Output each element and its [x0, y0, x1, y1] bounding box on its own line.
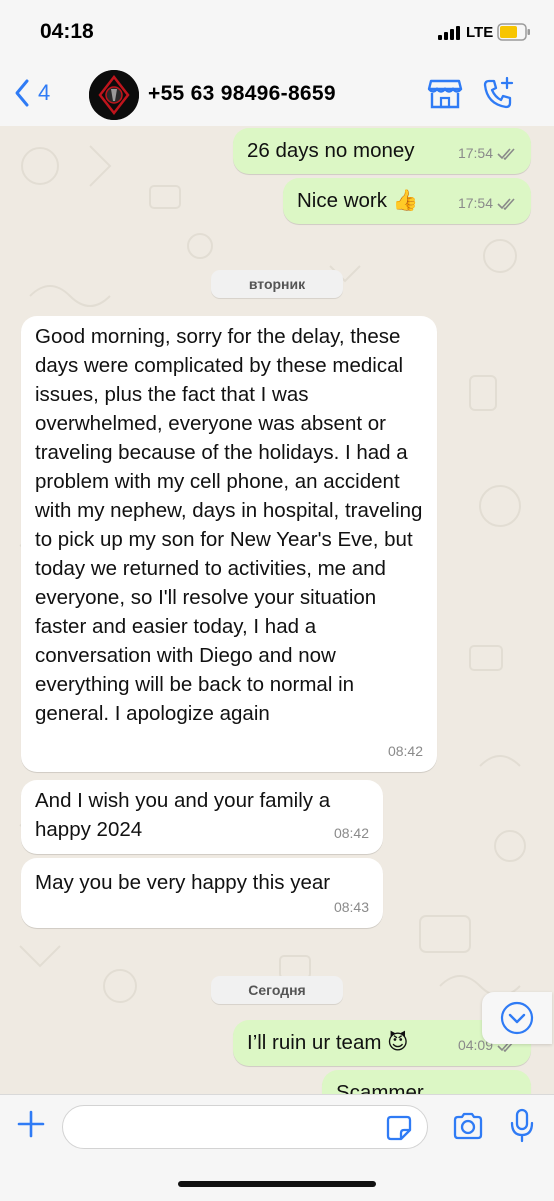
message-incoming[interactable]: May you be very happy this year 08:43: [21, 858, 383, 928]
message-meta: 08:42: [334, 819, 369, 848]
storefront-icon[interactable]: [427, 76, 463, 110]
battery-icon: [497, 23, 530, 41]
avatar[interactable]: [89, 70, 139, 120]
microphone-icon[interactable]: [510, 1108, 534, 1144]
message-time: 08:42: [387, 743, 423, 759]
message-outgoing[interactable]: Nice work 👍 17:54: [283, 178, 531, 224]
message-outgoing[interactable]: Scammer: [322, 1070, 531, 1094]
double-check-icon: [497, 147, 515, 160]
signal-icon: [438, 26, 460, 40]
message-meta: 08:43: [334, 893, 369, 922]
message-time: 17:54: [457, 195, 493, 211]
message-outgoing[interactable]: 26 days no money 17:54: [233, 128, 531, 174]
chevron-down-circle-icon: [500, 1001, 534, 1035]
network-label: LTE: [466, 24, 494, 41]
message-input[interactable]: [62, 1105, 428, 1149]
message-text: I’ll ruin ur team 😈: [247, 1031, 409, 1054]
message-meta: 08:42: [388, 737, 423, 766]
chat-area[interactable]: 26 days no money 17:54 Nice work 👍 17:54…: [0, 126, 554, 1094]
back-button[interactable]: 4: [14, 78, 50, 108]
status-bar: 04:18 LTE: [0, 0, 554, 64]
message-time: 17:54: [457, 145, 493, 161]
message-text: 26 days no money: [247, 139, 415, 162]
message-meta: 17:54: [458, 189, 517, 218]
sticker-icon[interactable]: [386, 1115, 412, 1141]
day-separator: Сегодня: [211, 976, 343, 1004]
message-text: May you be very happy this year: [35, 871, 331, 894]
chat-header: 4 +55 63 98496-8659: [0, 64, 554, 127]
message-incoming[interactable]: And I wish you and your family a happy 2…: [21, 780, 383, 854]
scroll-to-bottom-button[interactable]: [482, 992, 552, 1044]
message-time: 08:42: [333, 825, 369, 841]
message-text: Good morning, sorry for the delay, these…: [35, 325, 423, 725]
home-indicator: [178, 1181, 376, 1187]
message-text: Scammer: [336, 1081, 424, 1094]
unread-count: 4: [38, 80, 51, 105]
phone-plus-icon[interactable]: [482, 76, 516, 110]
message-text: And I wish you and your family a happy 2…: [35, 789, 331, 841]
message-time: 08:43: [333, 899, 369, 915]
day-separator: вторник: [211, 270, 343, 298]
contact-name[interactable]: +55 63 98496-8659: [148, 82, 336, 106]
chevron-left-icon: [15, 79, 29, 107]
avatar-image: [89, 70, 139, 120]
double-check-icon: [497, 197, 515, 210]
status-time: 04:18: [40, 20, 94, 43]
message-incoming[interactable]: Good morning, sorry for the delay, these…: [21, 316, 437, 772]
message-meta: 17:54: [458, 139, 517, 168]
message-text: Nice work 👍: [297, 189, 419, 212]
plus-icon[interactable]: [16, 1109, 46, 1139]
camera-icon[interactable]: [452, 1111, 484, 1141]
